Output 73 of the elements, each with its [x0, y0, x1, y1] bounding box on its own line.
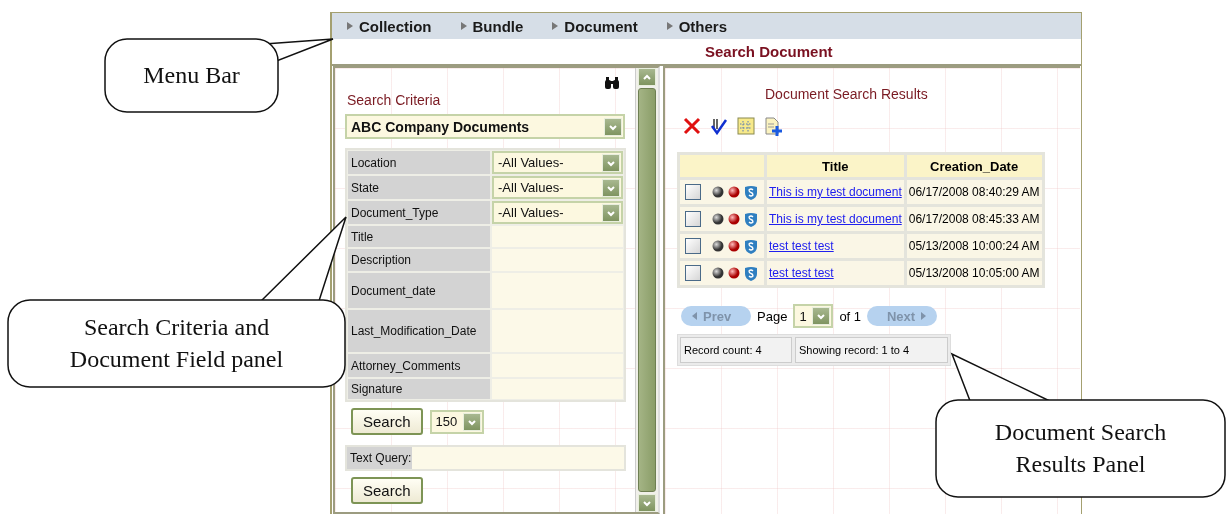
shield-icon	[744, 238, 758, 254]
field-label: Signature	[348, 379, 490, 399]
showing-records: Showing record: 1 to 4	[795, 337, 948, 363]
table-cell: 06/17/2008 08:40:29 AM	[906, 180, 1042, 204]
field-dropdown[interactable]: -All Values-	[492, 201, 623, 224]
panel-heading: Document Search Results	[765, 86, 928, 102]
collection-dropdown[interactable]: ABC Company Documents	[345, 114, 625, 139]
triangle-right-icon	[346, 21, 354, 31]
panel-heading: Search Criteria	[347, 92, 441, 108]
menu-item[interactable]: Bundle	[472, 17, 524, 35]
field-label: Attorney_Comments	[348, 354, 490, 377]
input-field[interactable]	[492, 379, 623, 399]
triangle-right-icon	[665, 21, 674, 31]
sphere-icon	[728, 186, 740, 198]
field-label: State	[348, 176, 490, 199]
menu-item[interactable]: Collection	[359, 17, 432, 35]
checkbox[interactable]	[685, 211, 701, 227]
input-field[interactable]	[492, 249, 623, 271]
sphere-icon	[728, 240, 740, 252]
page-title: Search Document	[705, 43, 833, 60]
search-button[interactable]: Search	[351, 477, 423, 504]
page-count: of 1	[839, 308, 862, 324]
sphere-icon	[728, 213, 740, 225]
table-cell: 06/17/2008 08:45:33 AM	[906, 207, 1042, 231]
field-dropdown[interactable]: -All Values-	[492, 176, 623, 199]
record-count: Record count: 4	[680, 337, 792, 363]
shield-icon	[744, 184, 758, 200]
add-document-icon[interactable]	[764, 116, 783, 136]
input-field[interactable]	[492, 273, 623, 308]
callout-text: Search Criteria and Document Field panel	[68, 313, 285, 374]
table-cell: 05/13/2008 10:00:24 AM	[906, 234, 1042, 258]
sphere-icon	[712, 186, 724, 198]
menu-item[interactable]: Others	[678, 17, 728, 35]
column-header: Creation_Date	[906, 155, 1042, 177]
result-limit-dropdown[interactable]: 150	[429, 409, 484, 434]
column-header: Title	[767, 155, 904, 177]
sphere-icon	[728, 267, 740, 279]
scroll-up-button[interactable]	[638, 68, 656, 86]
callout-text: Document Search Results Panel	[993, 418, 1168, 479]
input-field[interactable]	[492, 354, 623, 377]
menu-item[interactable]: Document	[564, 17, 638, 35]
field-label: Description	[348, 249, 490, 271]
field-label: Document_date	[348, 273, 490, 308]
field-label: Last_Modification_Date	[348, 310, 490, 352]
shield-icon	[744, 265, 758, 281]
checkbox[interactable]	[685, 184, 701, 200]
input-field[interactable]	[492, 310, 623, 352]
triangle-right-icon	[459, 21, 468, 31]
checkbox[interactable]	[685, 238, 701, 254]
delete-icon[interactable]	[683, 117, 701, 135]
scrollbar-thumb[interactable]	[638, 88, 656, 492]
table-cell: 05/13/2008 10:05:00 AM	[906, 261, 1042, 285]
field-label: Title	[348, 226, 490, 247]
callout-text: Menu Bar	[143, 60, 240, 90]
shield-icon	[744, 211, 758, 227]
field-label: Location	[348, 151, 490, 174]
page-dropdown[interactable]: 1	[793, 304, 834, 328]
triangle-right-icon	[551, 21, 560, 31]
triangle-left-icon	[691, 311, 698, 321]
scroll-down-button[interactable]	[638, 494, 656, 512]
checkbox[interactable]	[685, 265, 701, 281]
grid-icon[interactable]	[737, 117, 755, 135]
field-label: Document_Type	[348, 201, 490, 224]
input-field[interactable]	[492, 226, 623, 247]
binoculars-icon[interactable]	[603, 77, 621, 90]
check-all-icon[interactable]	[710, 117, 728, 135]
field-dropdown[interactable]: -All Values-	[492, 151, 623, 174]
page-label: Page	[757, 308, 788, 324]
sphere-icon	[712, 213, 724, 225]
search-button[interactable]: Search	[351, 408, 423, 435]
sphere-icon	[712, 240, 724, 252]
triangle-right-icon	[920, 311, 928, 321]
sphere-icon	[712, 267, 724, 279]
